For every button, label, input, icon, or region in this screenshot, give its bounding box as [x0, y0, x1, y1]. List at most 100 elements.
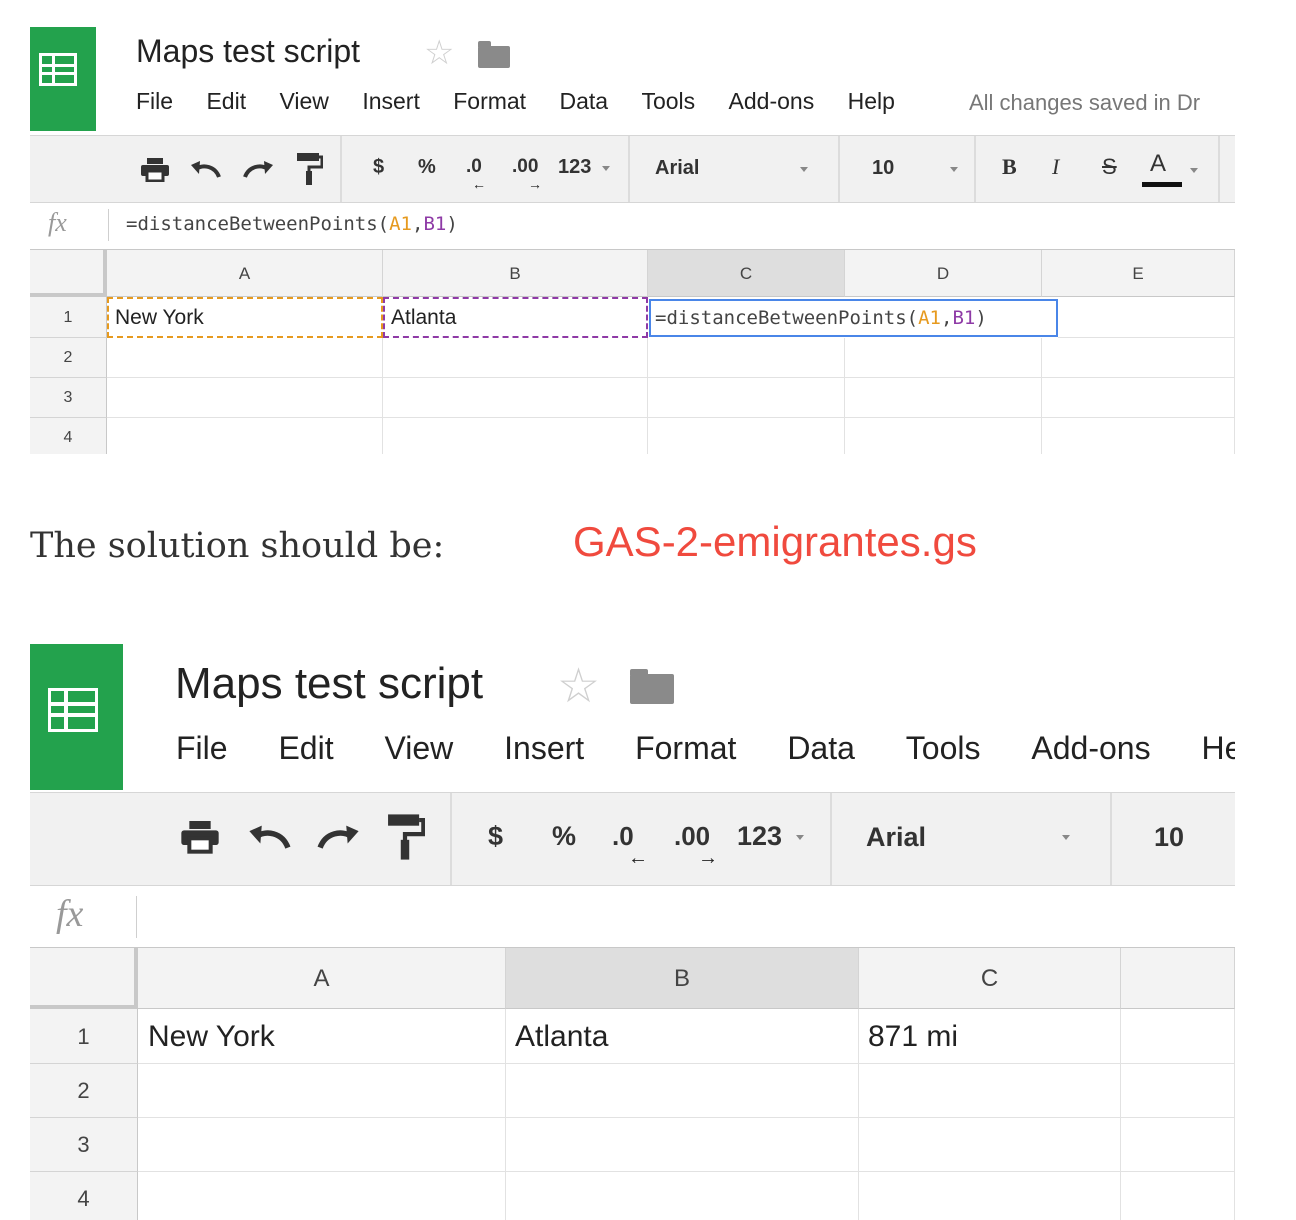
cell[interactable] [859, 1172, 1121, 1220]
percent-format-button[interactable]: % [552, 821, 576, 852]
row-header-4[interactable]: 4 [30, 1172, 138, 1220]
cell[interactable] [138, 1172, 506, 1220]
menu-addons[interactable]: Add-ons [1031, 730, 1150, 767]
star-icon[interactable]: ☆ [424, 33, 454, 73]
menu-help[interactable]: Help [1201, 730, 1235, 767]
menu-insert[interactable]: Insert [504, 730, 584, 767]
column-header-b[interactable]: B [506, 948, 859, 1009]
number-format-dropdown[interactable]: 123 [558, 156, 591, 179]
cell-a1[interactable]: New York [107, 297, 383, 338]
formula-bar-input[interactable]: =distanceBetweenPoints(A1,B1) [126, 213, 458, 235]
row-header-1[interactable]: 1 [30, 297, 107, 338]
column-header-c[interactable]: C [859, 948, 1121, 1009]
cell[interactable] [506, 1172, 859, 1220]
percent-format-button[interactable]: % [418, 156, 436, 179]
cell[interactable] [845, 378, 1042, 418]
increase-decimal-button[interactable]: .00 [512, 156, 538, 178]
decrease-decimal-button[interactable]: .0 [466, 156, 482, 178]
menu-file[interactable]: File [136, 88, 173, 115]
currency-format-button[interactable]: $ [373, 156, 384, 179]
cell-c1[interactable]: 871 mi [859, 1009, 1121, 1064]
menu-file[interactable]: File [176, 730, 228, 767]
cell[interactable] [107, 338, 383, 378]
font-size-dropdown[interactable]: 10 [872, 157, 894, 180]
sheets-logo[interactable] [30, 27, 96, 131]
menu-tools[interactable]: Tools [641, 88, 695, 115]
menu-data[interactable]: Data [787, 730, 855, 767]
column-header-c[interactable]: C [648, 250, 845, 297]
text-color-button[interactable]: A [1150, 150, 1166, 178]
cell[interactable] [1042, 378, 1235, 418]
font-family-dropdown[interactable]: Arial [866, 822, 926, 853]
cell[interactable] [1121, 1064, 1235, 1118]
cell[interactable] [845, 418, 1042, 454]
select-all-corner[interactable] [30, 250, 107, 297]
cell[interactable] [506, 1064, 859, 1118]
font-size-dropdown[interactable]: 10 [1154, 822, 1184, 853]
star-icon[interactable]: ☆ [557, 658, 600, 714]
column-header-a[interactable]: A [107, 250, 383, 297]
currency-format-button[interactable]: $ [488, 821, 503, 852]
menu-edit[interactable]: Edit [278, 730, 333, 767]
row-header-2[interactable]: 2 [30, 338, 107, 378]
column-header-d[interactable] [1121, 948, 1235, 1009]
print-icon[interactable] [180, 820, 220, 854]
column-header-b[interactable]: B [383, 250, 648, 297]
menu-view[interactable]: View [384, 730, 453, 767]
cell[interactable] [648, 338, 845, 378]
cell[interactable] [383, 338, 648, 378]
row-header-2[interactable]: 2 [30, 1064, 138, 1118]
save-status[interactable]: All changes saved in Dr [969, 90, 1200, 116]
row-header-3[interactable]: 3 [30, 378, 107, 418]
cell[interactable] [383, 418, 648, 454]
folder-icon[interactable] [478, 41, 510, 68]
bold-button[interactable]: B [1002, 154, 1017, 180]
formula-bar-input[interactable] [140, 892, 1230, 942]
column-header-e[interactable]: E [1042, 250, 1235, 297]
menu-data[interactable]: Data [559, 88, 608, 115]
undo-icon[interactable] [190, 160, 222, 180]
redo-icon[interactable] [242, 160, 274, 180]
menu-edit[interactable]: Edit [206, 88, 246, 115]
menu-format[interactable]: Format [453, 88, 526, 115]
sheets-logo[interactable] [30, 644, 123, 790]
row-header-3[interactable]: 3 [30, 1118, 138, 1172]
cell-b1[interactable]: Atlanta [506, 1009, 859, 1064]
paint-format-icon[interactable] [385, 813, 425, 861]
cell[interactable] [107, 418, 383, 454]
folder-icon[interactable] [630, 669, 674, 704]
row-header-1[interactable]: 1 [30, 1009, 138, 1064]
menu-tools[interactable]: Tools [906, 730, 981, 767]
cell[interactable] [859, 1064, 1121, 1118]
print-icon[interactable] [140, 158, 170, 182]
undo-icon[interactable] [248, 824, 292, 852]
cell-a1[interactable]: New York [138, 1009, 506, 1064]
font-family-dropdown[interactable]: Arial [655, 157, 699, 180]
solution-file-link[interactable]: GAS-2-emigrantes.gs [573, 518, 977, 566]
cell[interactable] [138, 1064, 506, 1118]
cell[interactable] [138, 1118, 506, 1172]
cell[interactable] [1042, 418, 1235, 454]
cell-d1[interactable] [1121, 1009, 1235, 1064]
cell[interactable] [648, 418, 845, 454]
menu-addons[interactable]: Add-ons [729, 88, 815, 115]
cell[interactable] [383, 378, 648, 418]
menu-view[interactable]: View [279, 88, 328, 115]
cell[interactable] [859, 1118, 1121, 1172]
menu-help[interactable]: Help [848, 88, 895, 115]
redo-icon[interactable] [316, 824, 360, 852]
cell[interactable] [648, 378, 845, 418]
cell-c1-active-editor[interactable]: =distanceBetweenPoints(A1,B1) [649, 299, 1058, 337]
menu-format[interactable]: Format [635, 730, 736, 767]
row-header-4[interactable]: 4 [30, 418, 107, 454]
column-header-d[interactable]: D [845, 250, 1042, 297]
select-all-corner[interactable] [30, 948, 138, 1009]
cell[interactable] [1042, 338, 1235, 378]
number-format-dropdown[interactable]: 123 [737, 821, 782, 852]
paint-format-icon[interactable] [295, 152, 323, 186]
cell[interactable] [107, 378, 383, 418]
cell[interactable] [845, 338, 1042, 378]
column-header-a[interactable]: A [138, 948, 506, 1009]
italic-button[interactable]: I [1052, 154, 1059, 180]
cell[interactable] [506, 1118, 859, 1172]
